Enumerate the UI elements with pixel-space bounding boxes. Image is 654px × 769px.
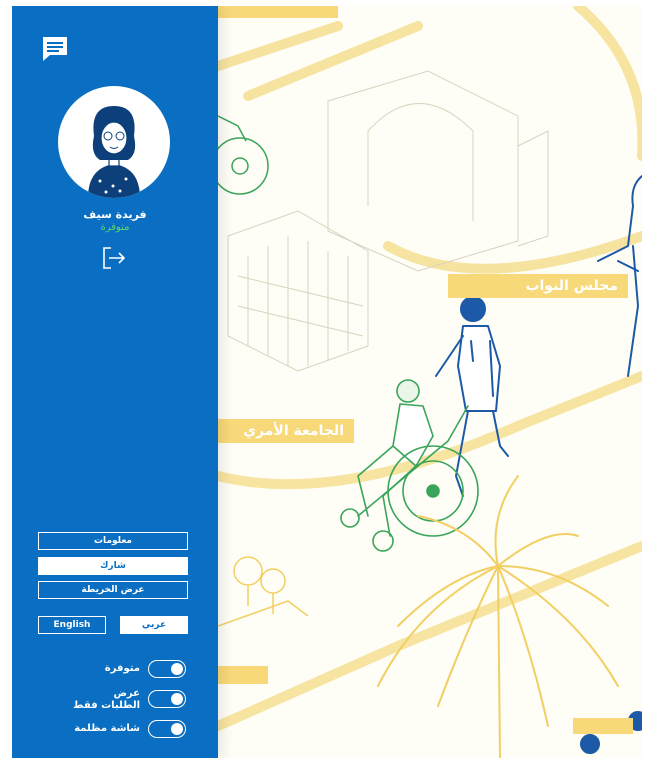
chat-bubble-icon[interactable]	[40, 34, 70, 64]
map-label-university[interactable]: الجامعة الأمري	[218, 419, 354, 443]
map-view[interactable]: مجلس النواب الجامعة الأمري	[218, 6, 642, 758]
map-illustration	[218, 6, 642, 758]
avatar	[58, 86, 170, 198]
dark-mode-toggle[interactable]	[148, 720, 186, 738]
dark-mode-label: شاشة مظلمة	[74, 723, 140, 734]
user-portrait-icon	[88, 106, 140, 198]
arabic-language-button[interactable]: عربي	[120, 616, 188, 634]
availability-toggle-row: متوفرة	[38, 658, 188, 682]
app-frame: مجلس النواب الجامعة الأمري فريدة سيف متو…	[12, 6, 642, 758]
user-status: متوفرة	[100, 222, 130, 233]
map-label-bottom-left[interactable]	[218, 666, 268, 684]
toggle-knob	[171, 693, 183, 705]
requests-only-toggle-row: عرض الطلبات فقط	[38, 688, 188, 712]
share-button[interactable]: شارك	[38, 557, 188, 575]
availability-toggle[interactable]	[148, 660, 186, 678]
user-name: فريدة سيف	[83, 208, 147, 221]
dark-mode-toggle-row: شاشة مظلمة	[38, 718, 188, 742]
map-label-parliament[interactable]: مجلس النواب	[448, 274, 628, 298]
map-view-button[interactable]: عرض الخريطة	[38, 581, 188, 599]
logout-icon[interactable]	[101, 246, 127, 270]
map-label-bottom-right[interactable]	[573, 718, 633, 734]
toggle-knob	[171, 663, 183, 675]
english-language-button[interactable]: English	[38, 616, 106, 634]
info-button[interactable]: معلومات	[38, 532, 188, 550]
requests-only-toggle[interactable]	[148, 690, 186, 708]
requests-only-label: عرض الطلبات فقط	[73, 688, 140, 711]
sidebar: فريدة سيف متوفرة معلومات شارك عرض الخريط…	[12, 6, 218, 758]
map-label-top[interactable]	[218, 6, 338, 18]
availability-label: متوفرة	[104, 663, 140, 674]
toggle-knob	[171, 723, 183, 735]
